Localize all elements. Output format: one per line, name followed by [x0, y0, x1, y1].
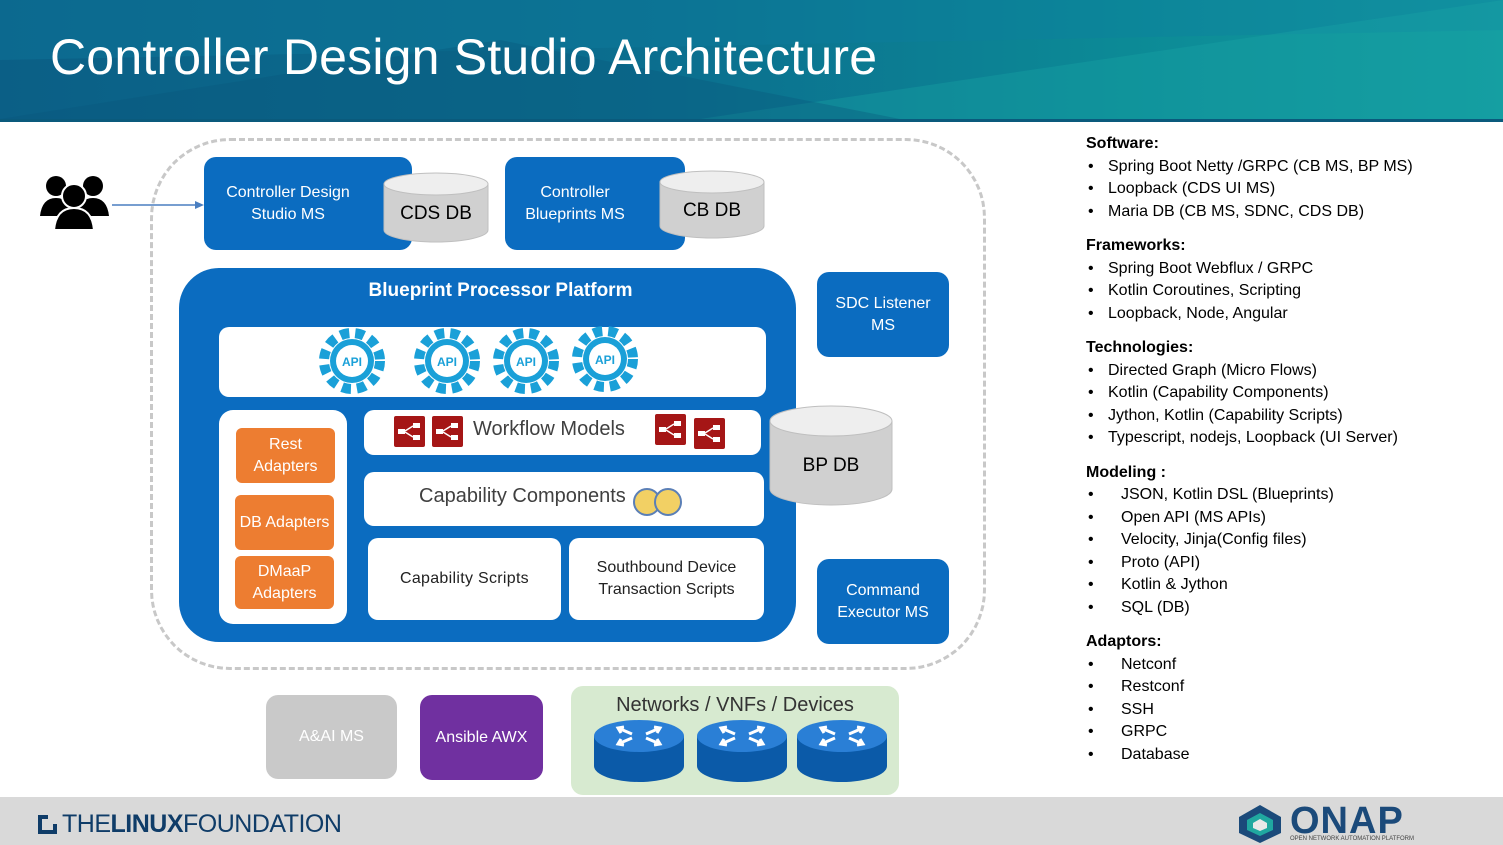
cds-ms-label: Controller Design Studio MS — [226, 183, 350, 223]
section-title: Software: — [1086, 135, 1159, 152]
section-list: JSON, Kotlin DSL (Blueprints) Open API (… — [1086, 484, 1496, 619]
onap-tagline: OPEN NETWORK AUTOMATION PLATFORM — [1290, 836, 1415, 842]
routers — [592, 718, 889, 784]
ansible-awx-box[interactable]: Ansible AWX — [420, 695, 543, 780]
section-list: Spring Boot Netty /GRPC (CB MS, BP MS) L… — [1086, 156, 1496, 224]
tech-stack-panel: Software: Spring Boot Netty /GRPC (CB MS… — [1086, 133, 1496, 778]
ansible-awx-label: Ansible AWX — [435, 728, 528, 746]
list-item: Spring Boot Netty /GRPC (CB MS, BP MS) — [1086, 156, 1496, 179]
dmaap-adapters-label: DMaaP Adapters — [252, 562, 317, 602]
cb-ms-label: Controller Blueprints MS — [525, 183, 625, 223]
sdc-listener-box[interactable]: SDC Listener MS — [817, 272, 949, 357]
header-divider — [0, 119, 1503, 122]
workflow-icon — [393, 415, 426, 448]
list-item: Netconf — [1086, 654, 1496, 677]
workflow-models-label: Workflow Models — [473, 418, 625, 440]
southbound-scripts-box[interactable]: Southbound Device Transaction Scripts — [569, 538, 764, 620]
capability-scripts-label: Capability Scripts — [399, 570, 529, 587]
api-label: API — [342, 355, 362, 369]
list-item: Kotlin & Jython — [1086, 574, 1496, 597]
api-label: API — [595, 353, 615, 367]
page-title: Controller Design Studio Architecture — [50, 29, 878, 85]
workflow-icon — [654, 414, 687, 446]
list-item: Typescript, nodejs, Loopback (UI Server) — [1086, 427, 1496, 450]
router-icon — [695, 718, 789, 784]
aai-ms-label: A&AI MS — [299, 728, 364, 745]
list-item: Loopback, Node, Angular — [1086, 303, 1496, 326]
db-adapters[interactable]: DB Adapters — [235, 495, 334, 550]
list-item: JSON, Kotlin DSL (Blueprints) — [1086, 484, 1496, 507]
router-icon — [592, 718, 686, 784]
workflow-icon — [431, 415, 464, 448]
list-item: Open API (MS APIs) — [1086, 507, 1496, 530]
capability-coins-icon — [633, 488, 682, 516]
api-gear-icon[interactable]: API — [419, 333, 475, 389]
list-item: Loopback (CDS UI MS) — [1086, 178, 1496, 201]
rest-adapters-label: Rest Adapters — [253, 435, 318, 475]
api-gear-icon[interactable]: API — [577, 331, 633, 387]
api-label: API — [516, 355, 536, 369]
section-list: Directed Graph (Micro Flows) Kotlin (Cap… — [1086, 360, 1496, 450]
list-item: Kotlin Coroutines, Scripting — [1086, 280, 1496, 303]
list-item: Spring Boot Webflux / GRPC — [1086, 258, 1496, 281]
command-executor-box[interactable]: Command Executor MS — [817, 559, 949, 644]
workflow-icon — [693, 417, 726, 450]
lf-pre: THE — [62, 810, 111, 838]
list-item: GRPC — [1086, 721, 1496, 744]
capability-components-label: Capability Components — [419, 485, 626, 507]
list-item: SSH — [1086, 699, 1496, 722]
list-item: Directed Graph (Micro Flows) — [1086, 360, 1496, 383]
cb-db-label: CB DB — [682, 200, 742, 221]
section-list: Netconf Restconf SSH GRPC Database — [1086, 654, 1496, 767]
onap-logo-icon — [1239, 805, 1281, 843]
bp-db-label: BP DB — [802, 455, 860, 476]
cb-ms-box[interactable]: Controller Blueprints MS — [505, 157, 685, 250]
section-title: Technologies: — [1086, 339, 1194, 356]
platform-title: Blueprint Processor Platform — [368, 280, 633, 301]
api-gears: API API API API — [312, 326, 652, 398]
section-title: Modeling : — [1086, 463, 1166, 481]
dmaap-adapters[interactable]: DMaaP Adapters — [235, 556, 334, 609]
list-item: Restconf — [1086, 676, 1496, 699]
api-gear-icon[interactable]: API — [324, 333, 380, 389]
list-item: Maria DB (CB MS, SDNC, CDS DB) — [1086, 201, 1496, 224]
networks-label: Networks / VNFs / Devices — [616, 694, 854, 716]
cds-ms-box[interactable]: Controller Design Studio MS — [204, 157, 412, 250]
lf-post: FOUNDATION — [183, 810, 342, 838]
list-item: Velocity, Jinja(Config files) — [1086, 529, 1496, 552]
api-label: API — [437, 355, 457, 369]
list-item: Jython, Kotlin (Capability Scripts) — [1086, 405, 1496, 428]
api-gear-icon[interactable]: API — [498, 333, 554, 389]
linux-foundation-logo: THELINUXFOUNDATION — [62, 810, 342, 839]
aai-ms-box[interactable]: A&AI MS — [266, 695, 397, 779]
lf-bold: LINUX — [110, 810, 184, 838]
list-item: SQL (DB) — [1086, 597, 1496, 620]
section-title: Adaptors: — [1086, 633, 1162, 650]
command-executor-label: Command Executor MS — [837, 581, 929, 621]
capability-scripts-box[interactable]: Capability Scripts — [368, 538, 561, 620]
linux-foundation-logo-icon — [38, 815, 57, 834]
list-item: Proto (API) — [1086, 552, 1496, 575]
cds-db-label: CDS DB — [400, 203, 472, 224]
list-item: Database — [1086, 744, 1496, 767]
section-list: Spring Boot Webflux / GRPC Kotlin Corout… — [1086, 258, 1496, 326]
sdc-listener-label: SDC Listener MS — [835, 294, 931, 334]
rest-adapters[interactable]: Rest Adapters — [236, 428, 335, 483]
southbound-scripts-label: Southbound Device Transaction Scripts — [596, 559, 737, 598]
section-title: Frameworks: — [1086, 237, 1186, 254]
router-icon — [795, 718, 889, 784]
db-adapters-label: DB Adapters — [239, 513, 330, 531]
list-item: Kotlin (Capability Components) — [1086, 382, 1496, 405]
